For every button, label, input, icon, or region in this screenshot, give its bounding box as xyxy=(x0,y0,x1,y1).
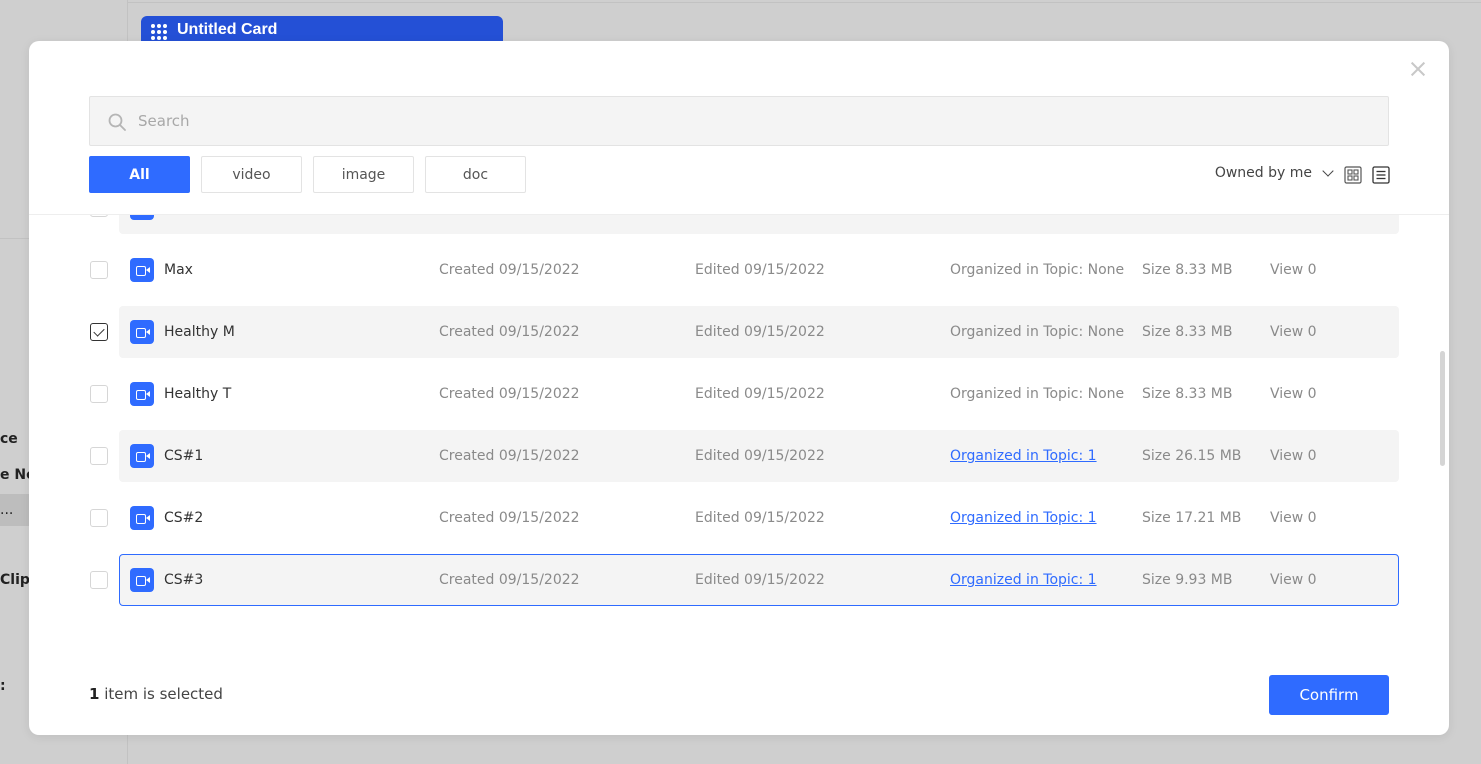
row-checkbox[interactable] xyxy=(90,323,108,341)
list-item[interactable]: Healthy T Created 09/15/2022 Edited 09/1… xyxy=(29,368,1449,420)
selected-text: item is selected xyxy=(99,685,223,703)
item-topic-link[interactable]: Organized in Topic: 1 xyxy=(950,215,1097,234)
close-icon[interactable] xyxy=(1407,59,1429,81)
item-views: View 0 xyxy=(1270,262,1317,278)
item-name: CS#3 xyxy=(164,572,204,588)
item-size: Size 26.15 MB xyxy=(1142,448,1242,464)
item-created: Created 09/15/2022 xyxy=(439,386,580,402)
item-size: Size 8.33 MB xyxy=(1142,262,1233,278)
item-created: Created 09/15/2022 xyxy=(439,324,580,340)
list-item[interactable]: CS#1 Created 09/15/2022 Edited 09/15/202… xyxy=(29,430,1449,482)
item-size: Size 17.21 MB xyxy=(1142,510,1242,526)
video-icon xyxy=(130,320,154,344)
grid-view-icon[interactable] xyxy=(1344,166,1362,184)
media-picker-modal: All video image doc Owned by me Schedule… xyxy=(29,41,1449,735)
item-size: Size 8.33 MB xyxy=(1142,386,1233,402)
item-views: View 0 xyxy=(1270,386,1317,402)
row-checkbox[interactable] xyxy=(90,215,108,217)
list-item[interactable]: CS#3 Created 09/15/2022 Edited 09/15/202… xyxy=(29,554,1449,606)
item-created: Created 09/15/2022 xyxy=(439,510,580,526)
filter-doc[interactable]: doc xyxy=(425,156,526,193)
video-icon xyxy=(130,382,154,406)
item-edited: Edited 09/15/2022 xyxy=(695,448,825,464)
video-icon xyxy=(130,568,154,592)
chevron-down-icon xyxy=(1322,165,1334,177)
row-checkbox[interactable] xyxy=(90,571,108,589)
item-size: Size 9.93 MB xyxy=(1142,572,1233,588)
item-views: View 0 xyxy=(1270,510,1317,526)
sidebar-fragment: ce xyxy=(0,431,18,447)
item-topic-link[interactable]: Organized in Topic: 1 xyxy=(950,492,1097,544)
sidebar-fragment: ... xyxy=(0,502,14,518)
search-bar xyxy=(89,96,1389,146)
owner-filter-label: Owned by me xyxy=(1214,165,1312,181)
item-edited: Edited 09/15/2022 xyxy=(695,572,825,588)
sidebar-fragment-pill: ... xyxy=(0,494,30,526)
item-size: Size 8.33 MB xyxy=(1142,215,1233,234)
item-topic: Organized in Topic: None xyxy=(950,386,1125,402)
item-views: View 0 xyxy=(1270,572,1317,588)
row-checkbox[interactable] xyxy=(90,385,108,403)
video-icon xyxy=(130,444,154,468)
search-input[interactable] xyxy=(138,97,1338,145)
row-checkbox[interactable] xyxy=(90,509,108,527)
filter-all[interactable]: All xyxy=(89,156,190,193)
video-icon xyxy=(130,506,154,530)
item-views: View 0 xyxy=(1270,324,1317,340)
item-topic: Organized in Topic: None xyxy=(950,262,1125,278)
drag-handle-icon xyxy=(151,24,167,40)
item-topic-link[interactable]: Organized in Topic: 1 xyxy=(950,430,1097,482)
row-checkbox[interactable] xyxy=(90,447,108,465)
type-filter-tabs: All video image doc xyxy=(89,156,526,193)
item-size: Size 8.33 MB xyxy=(1142,324,1233,340)
list-item[interactable]: Max Created 09/15/2022 Edited 09/15/2022… xyxy=(29,244,1449,296)
item-topic: Organized in Topic: None xyxy=(950,324,1125,340)
item-created: Created 09/15/2022 xyxy=(439,572,580,588)
item-created: Created 09/15/2022 xyxy=(439,448,580,464)
card-title: Untitled Card xyxy=(177,21,278,38)
item-name: CS#1 xyxy=(164,448,204,464)
row-checkbox[interactable] xyxy=(90,261,108,279)
confirm-button[interactable]: Confirm xyxy=(1269,675,1389,715)
list-scrollbar[interactable] xyxy=(1440,351,1445,466)
item-topic-link[interactable]: Organized in Topic: 1 xyxy=(950,554,1097,606)
list-view-icon[interactable] xyxy=(1372,166,1390,184)
item-edited: Edited 09/15/2022 xyxy=(695,510,825,526)
sidebar-fragment: : xyxy=(0,678,6,694)
item-edited: Edited 09/15/2022 xyxy=(695,386,825,402)
item-created: Created 09/15/2022 xyxy=(439,262,580,278)
media-list: Schedule A Created 09/15/2022 Edited 09/… xyxy=(29,215,1449,645)
list-item[interactable]: CS#2 Created 09/15/2022 Edited 09/15/202… xyxy=(29,492,1449,544)
search-icon xyxy=(108,113,126,131)
filter-image[interactable]: image xyxy=(313,156,414,193)
filter-video[interactable]: video xyxy=(201,156,302,193)
item-name: Healthy T xyxy=(164,386,232,402)
owner-filter-dropdown[interactable]: Owned by me xyxy=(1214,165,1334,181)
video-icon xyxy=(130,258,154,282)
video-icon xyxy=(130,215,154,220)
selection-status: 1 item is selected xyxy=(89,685,223,703)
list-item[interactable]: Healthy M Created 09/15/2022 Edited 09/1… xyxy=(29,306,1449,358)
item-name: Max xyxy=(164,262,193,278)
item-name: CS#2 xyxy=(164,510,204,526)
item-created: Created 09/15/2022 xyxy=(439,215,580,234)
item-edited: Edited 09/15/2022 xyxy=(695,215,825,234)
list-item[interactable]: Schedule A Created 09/15/2022 Edited 09/… xyxy=(29,215,1449,234)
item-edited: Edited 09/15/2022 xyxy=(695,324,825,340)
item-name: Schedule A xyxy=(164,215,242,234)
item-views: View 0 xyxy=(1270,448,1317,464)
item-name: Healthy M xyxy=(164,324,235,340)
item-views: View 0 xyxy=(1270,215,1317,234)
selected-count: 1 xyxy=(89,685,100,703)
background-divider xyxy=(128,2,1481,3)
item-edited: Edited 09/15/2022 xyxy=(695,262,825,278)
